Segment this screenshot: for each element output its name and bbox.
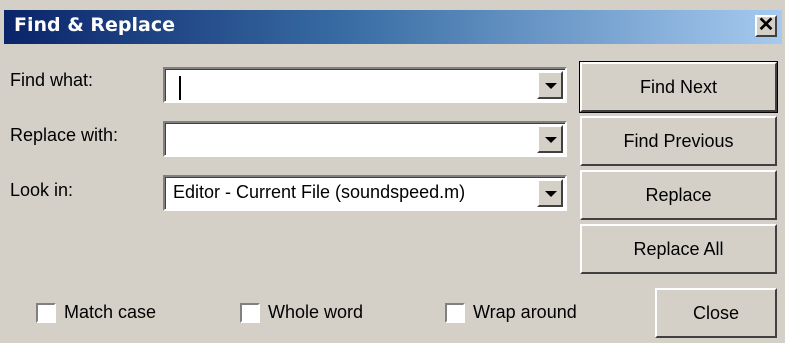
- wrap-around-checkbox[interactable]: Wrap around: [445, 302, 577, 323]
- whole-word-box[interactable]: [240, 302, 260, 323]
- find-what-combobox[interactable]: [163, 67, 567, 103]
- replace-with-label: Replace with:: [10, 125, 119, 145]
- chevron-down-icon[interactable]: [537, 125, 563, 153]
- look-in-combobox[interactable]: Editor - Current File (soundspeed.m): [163, 175, 567, 211]
- whole-word-checkbox[interactable]: Whole word: [240, 302, 363, 323]
- replace-all-button[interactable]: Replace All: [580, 224, 777, 274]
- close-icon[interactable]: ✕: [755, 15, 777, 37]
- title-bar: Find & Replace ✕: [4, 10, 782, 44]
- look-in-label: Look in:: [10, 180, 74, 200]
- replace-button[interactable]: Replace: [580, 170, 777, 220]
- close-button[interactable]: Close: [655, 288, 777, 338]
- wrap-around-label: Wrap around: [473, 302, 577, 322]
- find-previous-button[interactable]: Find Previous: [580, 116, 777, 166]
- find-next-button[interactable]: Find Next: [579, 61, 778, 113]
- chevron-down-icon[interactable]: [537, 179, 563, 207]
- match-case-label: Match case: [64, 302, 157, 322]
- match-case-box[interactable]: [36, 302, 56, 323]
- find-what-label: Find what:: [10, 70, 94, 90]
- match-case-checkbox[interactable]: Match case: [36, 302, 156, 323]
- window-title: Find & Replace: [14, 14, 176, 36]
- text-cursor: [179, 76, 181, 100]
- whole-word-label: Whole word: [268, 302, 364, 322]
- look-in-value: Editor - Current File (soundspeed.m): [173, 182, 466, 202]
- wrap-around-box[interactable]: [445, 302, 465, 323]
- replace-with-combobox[interactable]: [163, 121, 567, 157]
- find-replace-dialog: Find & Replace ✕ Find what: Replace with…: [0, 0, 785, 343]
- chevron-down-icon[interactable]: [537, 71, 563, 99]
